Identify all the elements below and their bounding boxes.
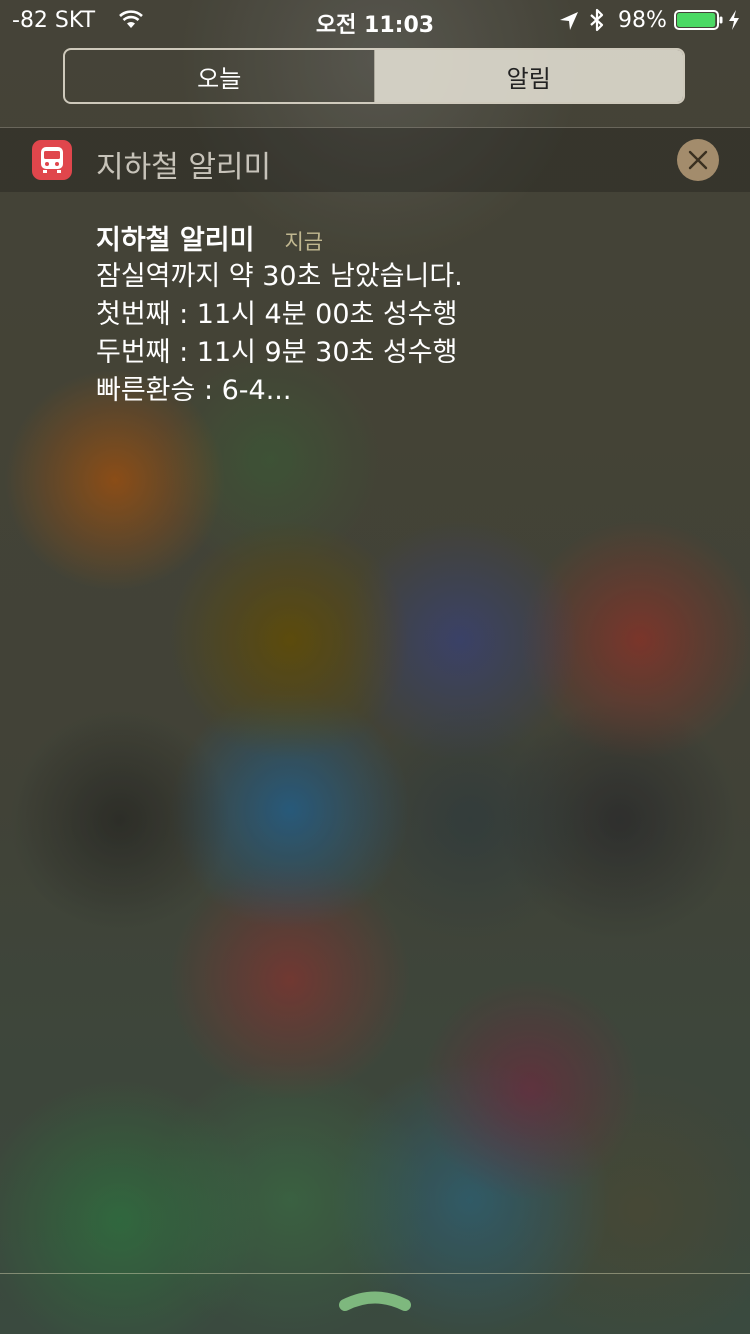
chevron-up-icon[interactable] xyxy=(337,1288,413,1314)
close-icon xyxy=(688,150,708,170)
view-segmented-control: 오늘 알림 xyxy=(63,48,685,104)
battery-fill xyxy=(677,13,716,27)
notification-item[interactable]: 지하철 알리미 지금 잠실역까지 약 30초 남았습니다. 첫번째 : 11시 … xyxy=(96,218,716,410)
notification-body-line: 첫번째 : 11시 4분 00초 성수행 xyxy=(96,299,458,330)
blurred-wallpaper xyxy=(0,0,750,1334)
notification-group-app-name: 지하철 알리미 xyxy=(96,150,272,185)
bottom-divider xyxy=(0,1273,750,1274)
notification-body-line: 두번째 : 11시 9분 30초 성수행 xyxy=(96,337,458,368)
notification-time: 지금 xyxy=(284,230,324,254)
tab-notifications[interactable]: 알림 xyxy=(374,50,683,102)
battery-percent: 98% xyxy=(618,8,667,33)
status-bar: -82 SKT 오전 11:03 98% xyxy=(0,0,750,40)
clear-notifications-button[interactable] xyxy=(677,139,719,181)
notification-body-line: 빠른환승 : 6-4... xyxy=(96,375,292,406)
battery-icon xyxy=(674,10,723,30)
subway-train-icon xyxy=(32,140,72,180)
notification-title: 지하철 알리미 xyxy=(96,225,255,256)
notification-group-header: 지하철 알리미 xyxy=(0,127,750,192)
bluetooth-icon xyxy=(590,8,604,32)
notification-body-line: 잠실역까지 약 30초 남았습니다. xyxy=(96,261,463,292)
location-arrow-icon xyxy=(560,12,578,30)
notification-title-row: 지하철 알리미 지금 xyxy=(96,218,716,258)
tab-today[interactable]: 오늘 xyxy=(65,50,375,102)
charging-bolt-icon xyxy=(729,10,739,30)
